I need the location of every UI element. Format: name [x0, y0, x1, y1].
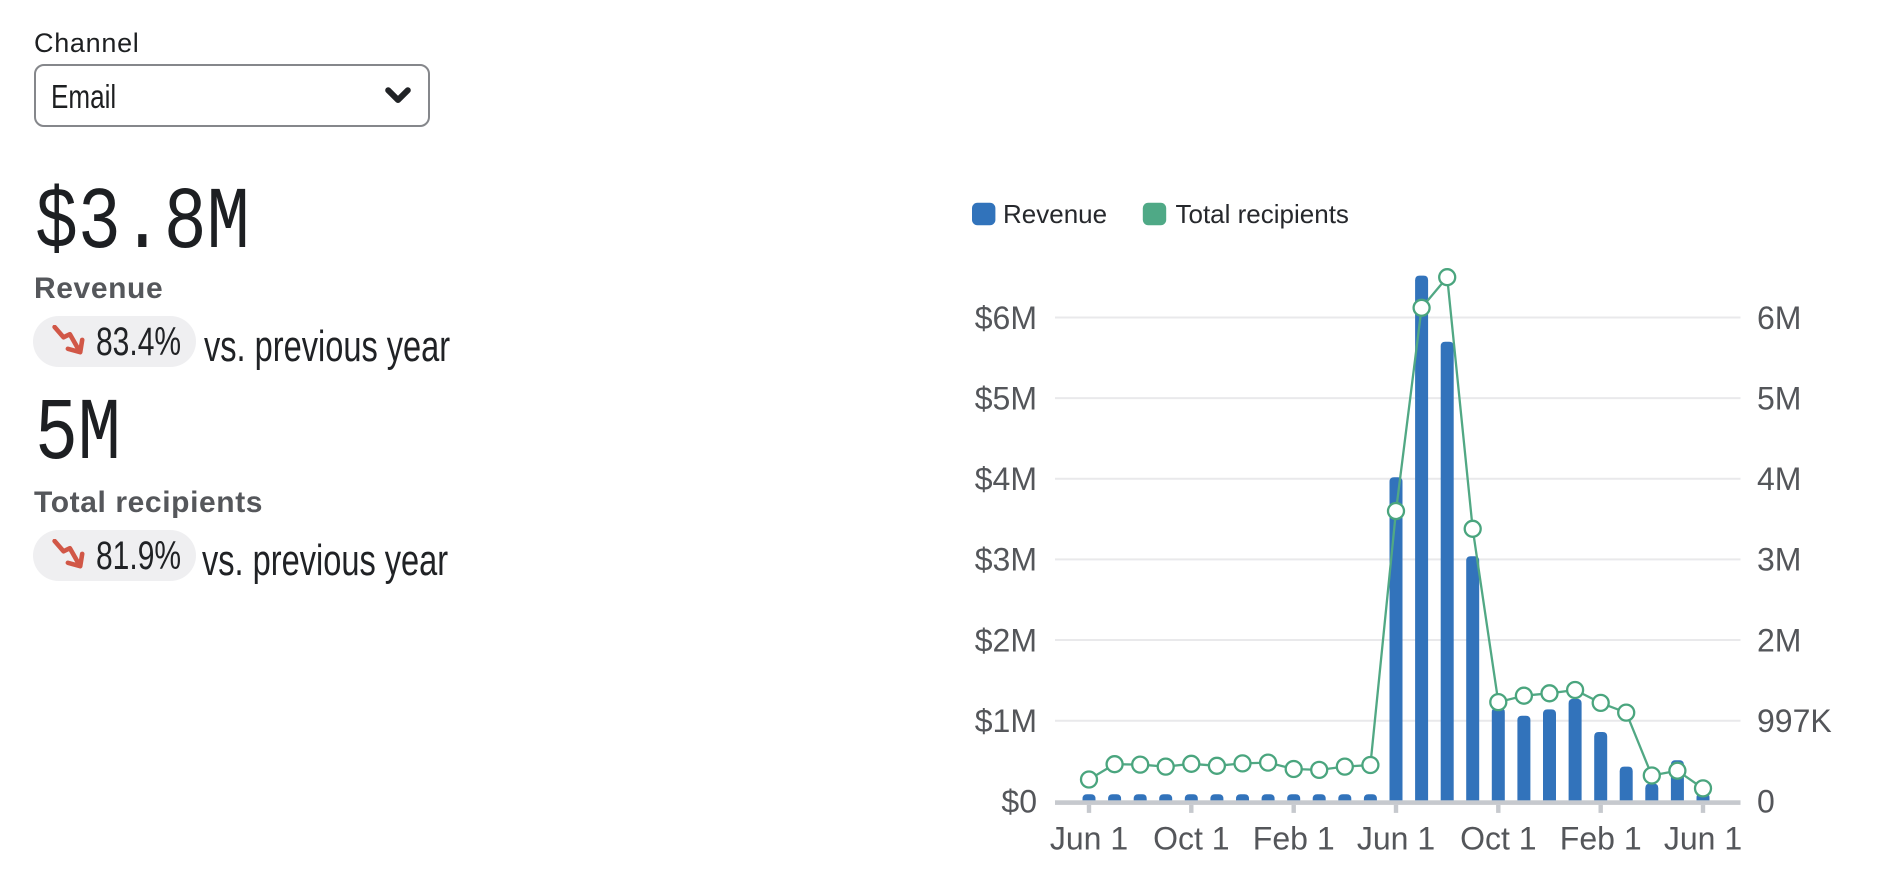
svg-text:Oct 1: Oct 1 — [1153, 821, 1229, 857]
svg-text:Total recipients: Total recipients — [1176, 199, 1349, 229]
svg-text:Jun 1: Jun 1 — [1664, 821, 1742, 857]
svg-text:$3M: $3M — [975, 542, 1037, 578]
svg-text:$0: $0 — [1001, 784, 1037, 820]
svg-text:$2M: $2M — [975, 622, 1037, 658]
svg-text:$6M: $6M — [975, 300, 1037, 336]
svg-text:3M: 3M — [1757, 542, 1801, 578]
svg-text:Jun 1: Jun 1 — [1357, 821, 1435, 857]
svg-text:Jun 1: Jun 1 — [1050, 821, 1128, 857]
svg-text:5M: 5M — [1757, 380, 1801, 416]
svg-text:Oct 1: Oct 1 — [1460, 821, 1536, 857]
svg-text:4M: 4M — [1757, 461, 1801, 497]
svg-text:2M: 2M — [1757, 622, 1801, 658]
svg-text:6M: 6M — [1757, 300, 1801, 336]
svg-text:Feb 1: Feb 1 — [1253, 821, 1335, 857]
svg-text:Revenue: Revenue — [1003, 199, 1107, 229]
svg-text:0: 0 — [1757, 784, 1775, 820]
svg-text:Feb 1: Feb 1 — [1560, 821, 1642, 857]
svg-text:997K: 997K — [1757, 703, 1832, 739]
svg-text:$5M: $5M — [975, 380, 1037, 416]
svg-text:$4M: $4M — [975, 461, 1037, 497]
svg-text:$1M: $1M — [975, 703, 1037, 739]
